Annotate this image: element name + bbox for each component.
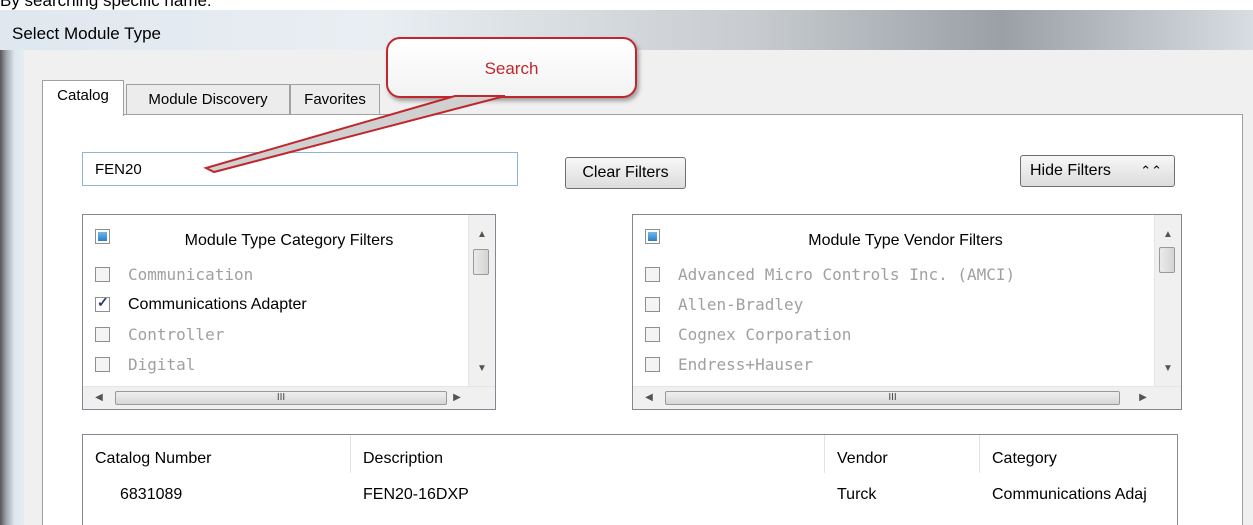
callout-pointer-line: [203, 95, 506, 174]
callout-pointer: [203, 95, 506, 174]
